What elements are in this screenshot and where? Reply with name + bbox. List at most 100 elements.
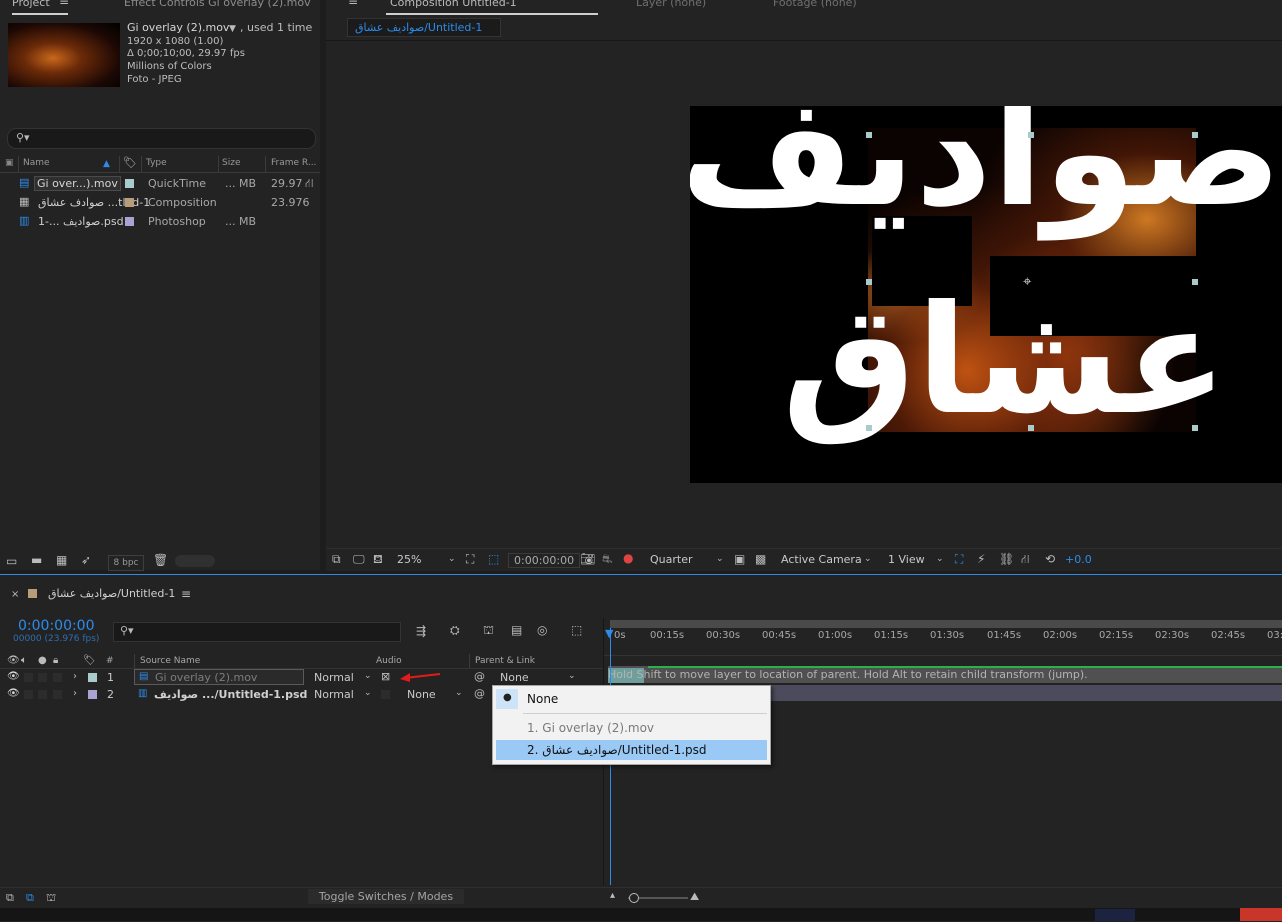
tab-footage[interactable]: Footage (none) xyxy=(773,0,857,9)
trash-icon[interactable]: 🗑︎ xyxy=(153,553,168,567)
chevron-down-icon: ⌄ xyxy=(448,554,456,564)
transform-handle[interactable] xyxy=(1028,425,1034,431)
menu-item-layer-1[interactable]: 1. Gi overlay (2).mov xyxy=(493,718,769,738)
ruler-tick: 01:30s xyxy=(930,630,965,641)
render-time-icon[interactable]: ⧉ xyxy=(6,891,14,905)
ruler-tick: 03: xyxy=(1267,630,1282,641)
app-icon[interactable] xyxy=(1240,908,1282,921)
footage-info-line: Δ 0;00;10;00, 29.97 fps xyxy=(127,48,245,59)
transform-handle[interactable] xyxy=(866,279,872,285)
menu-item-none[interactable]: ● None xyxy=(493,689,769,709)
adjust-settings-icon[interactable]: ➶ xyxy=(81,553,91,567)
comp-breadcrumb[interactable]: صواديف عشاق/Untitled-1 xyxy=(347,18,501,37)
flowchart-icon[interactable]: ⛙ xyxy=(305,176,313,190)
composition-icon: ▦ xyxy=(19,195,30,208)
project-item[interactable]: ▤ Gi over...).mov QuickTime ... MB 29.97… xyxy=(0,174,320,192)
transparency-grid-icon[interactable]: ▩ xyxy=(755,552,766,566)
transform-handle[interactable] xyxy=(1192,425,1198,431)
transform-handle[interactable] xyxy=(1192,279,1198,285)
comp-canvas[interactable]: صواديف عشاق ⌖ xyxy=(690,106,1282,483)
transform-handle[interactable] xyxy=(866,132,872,138)
menu-item-label: 2. صواديف عشاق/Untitled-1.psd xyxy=(527,743,707,757)
project-search-input[interactable]: ⚲▾ xyxy=(7,128,316,149)
footage-usage: , used 1 time xyxy=(240,21,313,34)
view-layout-dropdown[interactable]: 1 View xyxy=(888,553,925,566)
tab-project[interactable]: Project xyxy=(12,0,50,9)
text-layer-line1: صواديف xyxy=(690,106,1282,240)
exposure-value[interactable]: +0.0 xyxy=(1065,553,1092,566)
project-item[interactable]: ▥ صواديف ...-1.psd Photoshop ... MB xyxy=(0,212,320,230)
monitor-icon[interactable]: 🖵︎ xyxy=(353,552,365,566)
transform-handle[interactable] xyxy=(866,425,872,431)
transform-handle[interactable] xyxy=(1028,132,1034,138)
tab-layer[interactable]: Layer (none) xyxy=(636,0,706,9)
comp-breadcrumb-label: صواديف عشاق/Untitled-1 xyxy=(355,21,483,34)
region-of-interest-icon[interactable]: ▣ xyxy=(734,552,745,566)
pixel-aspect-icon[interactable]: ⛶ xyxy=(955,552,963,566)
tab-effect-controls[interactable]: Effect Controls Gi overlay (2).mov xyxy=(124,0,311,9)
snapshot-camera-icon[interactable]: 📷︎ xyxy=(580,552,595,566)
app-icon[interactable] xyxy=(1095,909,1135,921)
timeline-icon[interactable]: ⛓ xyxy=(999,552,1014,566)
label-color[interactable] xyxy=(125,179,134,188)
new-composition-icon[interactable]: ▦ xyxy=(56,553,67,567)
new-folder-icon[interactable]: ▬ xyxy=(31,553,42,567)
sort-ascending-icon: ▲ xyxy=(103,159,110,169)
panel-menu-icon[interactable]: ≡ xyxy=(348,0,358,8)
project-item-size: ... MB xyxy=(225,177,257,190)
toggle-switches-modes-button[interactable]: Toggle Switches / Modes xyxy=(308,889,464,904)
always-preview-icon[interactable]: ⧉ xyxy=(332,552,341,566)
time-ruler[interactable]: 0s 00:15s 00:30s 00:45s 01:00s 01:15s 01… xyxy=(604,629,1282,656)
column-type[interactable]: Type xyxy=(146,158,167,168)
anchor-point-icon[interactable]: ⌖ xyxy=(1023,274,1031,289)
interpret-footage-icon[interactable]: ▭ xyxy=(6,554,17,568)
text-layer-line2: عشاق xyxy=(782,274,1228,448)
ruler-tick: 00:15s xyxy=(650,630,685,641)
project-panel: Project ≡ Effect Controls Gi overlay (2)… xyxy=(0,0,320,571)
zoom-dropdown[interactable]: 25% xyxy=(397,553,421,566)
bpc-button[interactable]: 8 bpc xyxy=(108,555,144,571)
column-size[interactable]: Size xyxy=(222,158,240,168)
label-color[interactable] xyxy=(125,198,134,207)
color-channels-icon[interactable]: ● xyxy=(623,551,633,565)
zoom-in-icon[interactable]: ⛰ xyxy=(690,890,699,904)
quicktime-file-icon: ▤ xyxy=(19,176,30,189)
zoom-slider-thumb[interactable] xyxy=(629,893,639,903)
expand-switches-icon[interactable]: ⧉ xyxy=(26,891,34,905)
ruler-tick: 00:45s xyxy=(762,630,797,641)
menu-item-layer-2[interactable]: 2. صواديف عشاق/Untitled-1.psd xyxy=(496,740,767,760)
ruler-tick: 02:30s xyxy=(1155,630,1190,641)
fast-previews-icon[interactable]: ⚡ xyxy=(977,552,985,566)
label-color[interactable] xyxy=(125,217,134,226)
exposure-reset-icon[interactable]: ⟲ xyxy=(1045,552,1055,566)
vr-goggles-icon[interactable]: ⛾ xyxy=(373,552,383,566)
footage-name: Gi overlay (2).mov xyxy=(127,21,230,34)
panel-menu-icon[interactable]: ≡ xyxy=(59,0,69,8)
viewer-timecode[interactable]: 0:00:00:00 xyxy=(508,553,581,568)
flowchart-icon[interactable]: ⛙ xyxy=(1021,552,1029,566)
tab-composition[interactable]: Composition Untitled-1 xyxy=(390,0,517,9)
menu-item-label: None xyxy=(527,692,559,706)
arrow-head xyxy=(400,673,410,682)
layer-bar[interactable]: Hold Shift to move layer to location of … xyxy=(608,666,1282,683)
footage-info-line: 1920 x 1080 (1.00) xyxy=(127,36,224,47)
transform-handle[interactable] xyxy=(1192,132,1198,138)
show-snapshot-icon[interactable]: ⛐ xyxy=(602,552,612,566)
project-item-type: QuickTime xyxy=(148,177,207,190)
playhead-icon[interactable]: ▼ xyxy=(605,627,613,641)
zoom-out-icon[interactable]: ▴ xyxy=(610,889,615,903)
footage-info-line: Millions of Colors xyxy=(127,61,212,72)
camera-dropdown[interactable]: Active Camera xyxy=(781,553,862,566)
tag-icon: 🏷︎ xyxy=(123,156,137,169)
work-area-bar[interactable] xyxy=(610,620,1282,628)
resolution-dropdown[interactable]: Quarter xyxy=(650,553,693,566)
project-scrollbar[interactable] xyxy=(175,555,215,567)
transfer-controls-icon[interactable]: ⛫ xyxy=(46,891,56,905)
column-frame-rate[interactable]: Frame R... xyxy=(271,158,316,168)
project-item[interactable]: ▦ صوادف عشاق ...tled-1 Composition 23.97… xyxy=(0,193,320,211)
footage-dropdown-icon[interactable]: ▼ xyxy=(229,22,236,36)
column-name[interactable]: Name xyxy=(23,158,50,168)
safe-zones-icon[interactable]: ⛶ xyxy=(466,552,474,566)
parent-link-menu: ● None 1. Gi overlay (2).mov 2. صواديف ع… xyxy=(492,685,771,765)
mask-visibility-icon[interactable]: ⬚ xyxy=(488,552,499,566)
